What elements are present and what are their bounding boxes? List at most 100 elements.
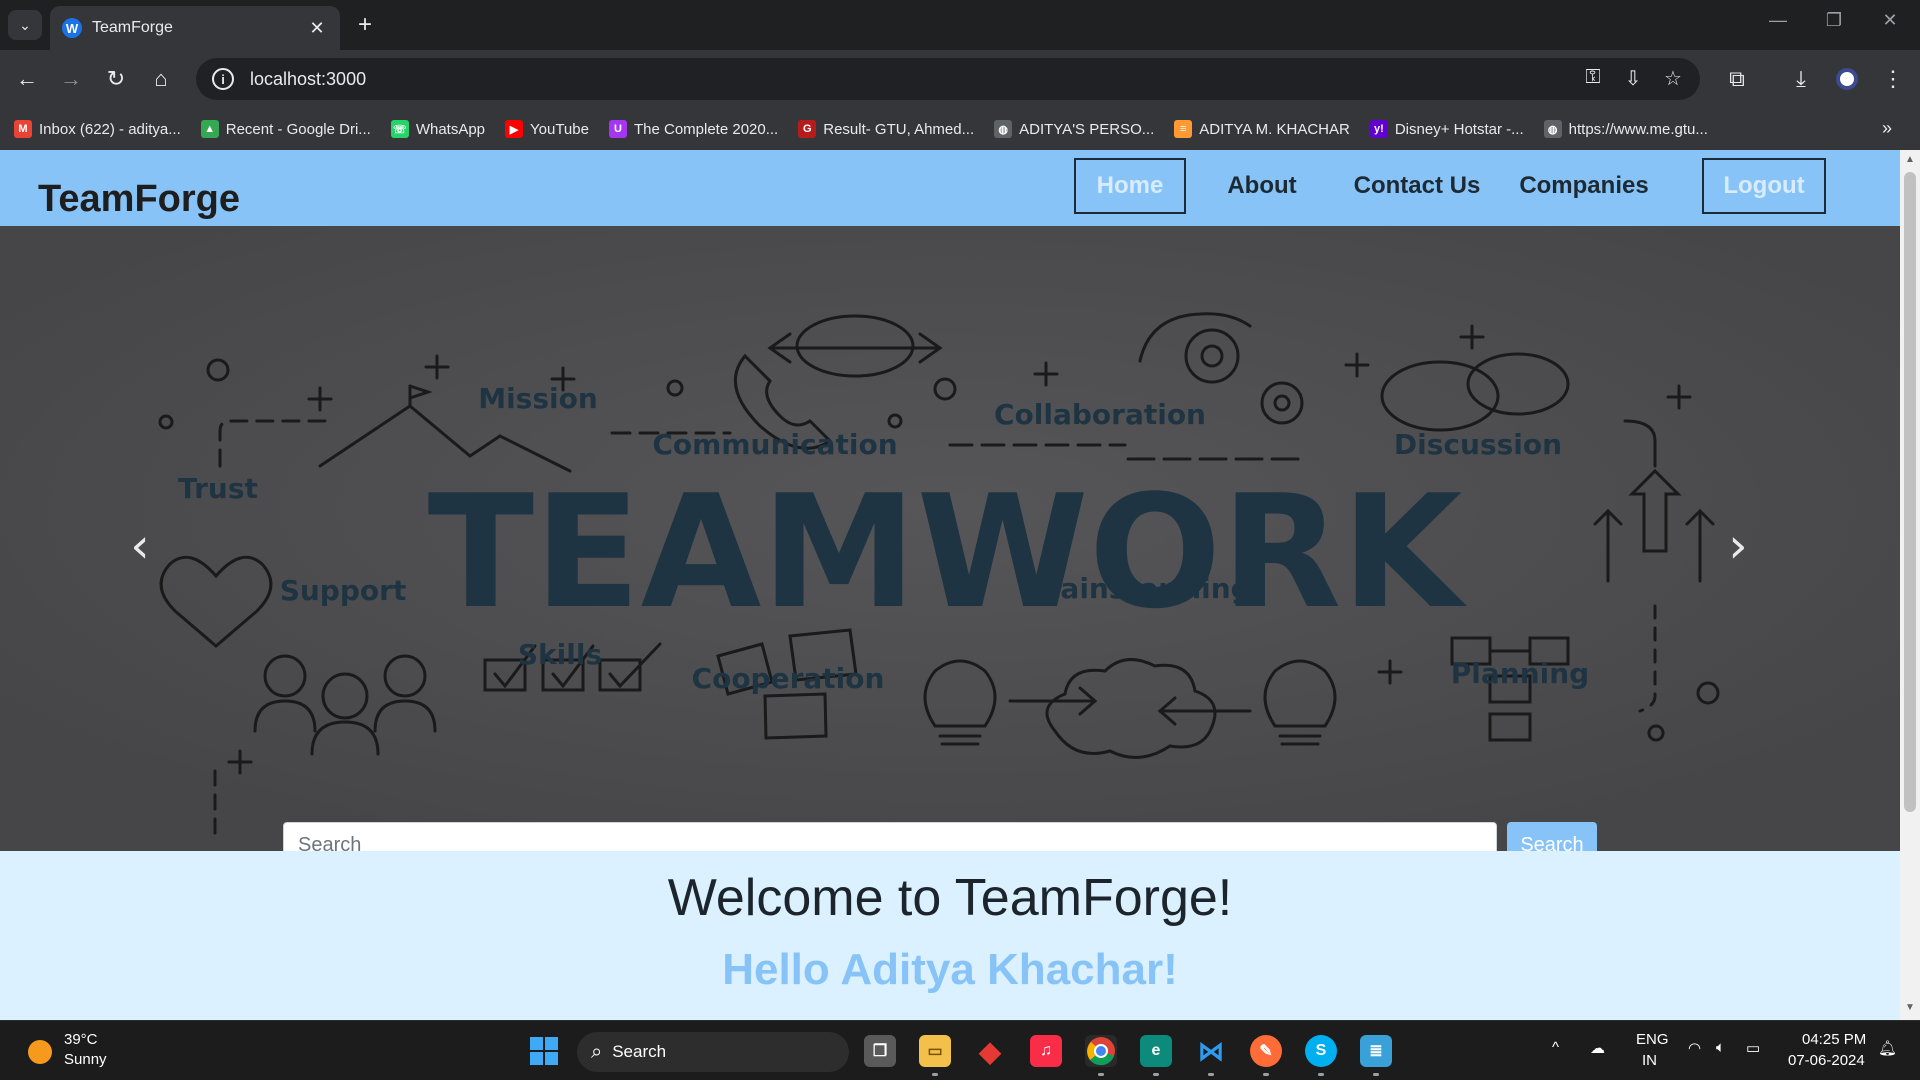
nav-about[interactable]: About <box>1212 158 1312 214</box>
chevron-left-icon: ‹ <box>130 518 150 574</box>
bookmark-item[interactable]: G Result- GTU, Ahmed... <box>798 120 974 138</box>
bookmarks-overflow-icon[interactable]: » <box>1882 118 1892 139</box>
reload-icon[interactable]: ↻ <box>101 64 131 94</box>
address-bar[interactable]: i localhost:3000 ⚿ ⇩ ☆ <box>196 58 1700 100</box>
india-flag-icon: ≡ <box>1174 120 1193 138</box>
carousel-next-button[interactable]: › <box>1718 516 1758 576</box>
weather-temp[interactable]: 39°C <box>64 1031 98 1048</box>
bookmark-label: YouTube <box>530 120 589 138</box>
hero-word-trust: Trust <box>178 472 258 505</box>
battery-icon[interactable]: ▭ <box>1746 1039 1760 1057</box>
bookmark-label: Result- GTU, Ahmed... <box>823 120 975 138</box>
profile-avatar-icon[interactable] <box>1832 64 1862 94</box>
postman-icon[interactable]: ✎ <box>1250 1035 1282 1067</box>
bookmark-item[interactable]: y! Disney+ Hotstar -... <box>1369 120 1524 138</box>
running-indicator <box>1208 1073 1214 1076</box>
bookmark-item[interactable]: ▶ YouTube <box>505 120 589 138</box>
globe-icon: ◍ <box>1543 120 1562 138</box>
hero-word-mission: Mission <box>478 382 598 415</box>
brand-logo-text[interactable]: TeamForge <box>38 178 240 221</box>
bookmark-label: Recent - Google Dri... <box>225 120 371 138</box>
running-indicator <box>932 1073 938 1076</box>
onedrive-icon[interactable]: ☁ <box>1590 1039 1605 1057</box>
hero-word-discussion: Discussion <box>1394 428 1562 461</box>
scroll-thumb[interactable] <box>1904 172 1916 812</box>
language-bottom[interactable]: IN <box>1642 1052 1657 1069</box>
nav-logout[interactable]: Logout <box>1702 158 1826 214</box>
language-top[interactable]: ENG <box>1636 1031 1669 1048</box>
url-text[interactable]: localhost:3000 <box>250 69 366 90</box>
tab-search-button[interactable]: ⌄ <box>8 10 42 40</box>
download-icon[interactable]: ⤓ <box>1786 64 1816 94</box>
bookmark-item[interactable]: M Inbox (622) - aditya... <box>14 120 181 138</box>
running-indicator <box>1098 1073 1104 1076</box>
forward-icon[interactable]: → <box>56 64 86 94</box>
bookmark-item[interactable]: U The Complete 2020... <box>608 120 778 138</box>
running-indicator <box>1263 1073 1269 1076</box>
wifi-icon[interactable]: ◠ <box>1688 1039 1701 1057</box>
page-scrollbar[interactable]: ▲ ▼ <box>1900 150 1920 1020</box>
extensions-icon[interactable]: ⧉ <box>1722 64 1752 94</box>
new-tab-button[interactable]: + <box>350 10 380 40</box>
windows-taskbar: 39°C Sunny ⌕ Search ❐ ▭ ◆ ♫ e ⋈ ✎ S ≣ ^ … <box>0 1020 1920 1080</box>
site-favicon-icon: W <box>62 18 82 38</box>
restore-icon[interactable]: ❐ <box>1814 10 1854 31</box>
windows-start-icon[interactable] <box>528 1035 560 1067</box>
clock-date[interactable]: 07-06-2024 <box>1788 1052 1865 1069</box>
tray-overflow-icon[interactable]: ^ <box>1552 1039 1559 1056</box>
install-app-icon[interactable]: ⇩ <box>1618 66 1648 91</box>
minimize-icon[interactable]: — <box>1758 10 1798 31</box>
taskbar-search[interactable]: ⌕ Search <box>577 1032 849 1072</box>
bookmark-item[interactable]: ▲ Recent - Google Dri... <box>200 120 371 138</box>
taskbar-search-label: Search <box>612 1042 667 1061</box>
udemy-icon: U <box>608 120 627 138</box>
hero-word-cooperation: Cooperation <box>692 662 885 695</box>
task-view-icon[interactable]: ❐ <box>864 1035 896 1067</box>
hero-word-communication: Communication <box>652 428 897 461</box>
vscode-icon[interactable]: ⋈ <box>1195 1035 1227 1067</box>
edge-icon[interactable]: e <box>1140 1035 1172 1067</box>
notepad-icon[interactable]: ≣ <box>1360 1035 1392 1067</box>
youtube-icon: ▶ <box>505 120 524 138</box>
home-icon[interactable]: ⌂ <box>146 64 176 94</box>
browser-tab[interactable]: W TeamForge ✕ <box>50 6 340 50</box>
running-indicator <box>1373 1073 1379 1076</box>
site-navbar: TeamForge Home About Contact Us Companie… <box>0 150 1900 226</box>
password-key-icon[interactable]: ⚿ <box>1578 66 1608 89</box>
back-icon[interactable]: ← <box>12 64 42 94</box>
bookmark-item[interactable]: ≡ ADITYA M. KHACHAR <box>1174 120 1350 138</box>
bookmark-star-icon[interactable]: ☆ <box>1658 66 1688 91</box>
chrome-icon[interactable] <box>1085 1035 1117 1067</box>
sun-icon[interactable] <box>28 1040 52 1064</box>
nav-companies[interactable]: Companies <box>1512 158 1656 214</box>
volume-icon[interactable]: 🔈︎ <box>1716 1039 1725 1056</box>
carousel-prev-button[interactable]: ‹ <box>120 516 160 576</box>
nav-home[interactable]: Home <box>1074 158 1186 214</box>
bookmark-item[interactable]: ◍ ADITYA'S PERSO... <box>994 120 1154 138</box>
hero-carousel: TEAMWORK Mission Communication Collabora… <box>0 226 1900 851</box>
menu-kebab-icon[interactable]: ⋮ <box>1878 64 1908 94</box>
clock-time[interactable]: 04:25 PM <box>1802 1031 1866 1048</box>
bookmark-item[interactable]: ◍ https://www.me.gtu... <box>1543 120 1708 138</box>
hero-word-skills: Skills <box>518 638 602 671</box>
notification-bell-icon[interactable]: 🔔︎ <box>1878 1039 1897 1057</box>
site-info-icon[interactable]: i <box>212 68 234 90</box>
nav-contact-us[interactable]: Contact Us <box>1344 158 1490 214</box>
skype-icon[interactable]: S <box>1305 1035 1337 1067</box>
file-explorer-icon[interactable]: ▭ <box>919 1035 951 1067</box>
apple-music-icon[interactable]: ♫ <box>1030 1035 1062 1067</box>
app-diamond-icon[interactable]: ◆ <box>974 1035 1006 1067</box>
search-input[interactable] <box>283 822 1497 851</box>
search-button[interactable]: Search <box>1507 822 1597 851</box>
whatsapp-icon: ☏ <box>390 120 409 138</box>
hero-word-brainstorming: Brainstorming <box>1025 572 1250 605</box>
bookmark-label: https://www.me.gtu... <box>1568 120 1708 138</box>
scroll-up-icon[interactable]: ▲ <box>1904 154 1916 166</box>
scroll-down-icon[interactable]: ▼ <box>1904 1002 1916 1014</box>
welcome-heading: Welcome to TeamForge! <box>667 869 1233 927</box>
bookmark-item[interactable]: ☏ WhatsApp <box>390 120 485 138</box>
weather-condition[interactable]: Sunny <box>64 1051 107 1068</box>
close-tab-icon[interactable]: ✕ <box>306 18 328 39</box>
globe-icon: ◍ <box>994 120 1013 138</box>
close-window-icon[interactable]: ✕ <box>1870 10 1910 31</box>
